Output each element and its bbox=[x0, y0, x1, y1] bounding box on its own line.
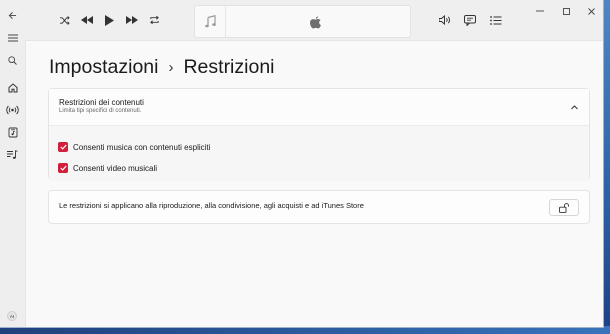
explicit-content-label: Consenti musica con contenuti espliciti bbox=[73, 142, 211, 152]
page-title: Restrizioni bbox=[183, 55, 275, 78]
repeat-icon[interactable] bbox=[148, 14, 160, 26]
section-subtitle: Limita tipi specifici di contenuti. bbox=[59, 108, 142, 114]
back-icon[interactable] bbox=[6, 9, 18, 21]
play-icon[interactable] bbox=[103, 13, 115, 27]
library-icon bbox=[8, 127, 17, 138]
close-icon[interactable] bbox=[586, 6, 596, 16]
explicit-content-checkbox[interactable] bbox=[58, 142, 68, 152]
avatar-initials: AI bbox=[9, 313, 15, 319]
option-explicit-content[interactable]: Consenti musica con contenuti espliciti bbox=[58, 141, 210, 153]
restrictions-note: Le restrizioni si applicano alla riprodu… bbox=[59, 201, 364, 210]
music-videos-label: Consenti video musicali bbox=[73, 163, 158, 173]
maximize-icon[interactable] bbox=[561, 6, 571, 16]
minimize-icon[interactable] bbox=[535, 6, 545, 16]
restrictions-lock-card: Le restrizioni si applicano alla riprodu… bbox=[48, 190, 590, 224]
unlock-button[interactable] bbox=[549, 199, 579, 216]
now-playing-panel bbox=[194, 5, 411, 38]
previous-icon[interactable] bbox=[80, 14, 93, 26]
breadcrumb-separator: › bbox=[168, 58, 174, 76]
apple-logo-icon bbox=[309, 15, 321, 29]
section-title: Restrizioni dei contenuti bbox=[59, 98, 144, 107]
main-content: Impostazioni › Restrizioni Restrizioni d… bbox=[25, 40, 603, 327]
menu-icon[interactable] bbox=[6, 32, 19, 44]
checkmark-icon bbox=[59, 144, 67, 150]
content-restrictions-card: Restrizioni dei contenuti Limita tipi sp… bbox=[48, 88, 590, 181]
content-restrictions-body: Consenti musica con contenuti espliciti … bbox=[49, 126, 589, 181]
breadcrumb: Impostazioni › Restrizioni bbox=[49, 54, 275, 80]
shuffle-icon[interactable] bbox=[58, 14, 70, 26]
sidebar-item-library[interactable] bbox=[6, 126, 19, 139]
option-music-videos[interactable]: Consenti video musicali bbox=[58, 162, 157, 174]
breadcrumb-parent[interactable]: Impostazioni bbox=[49, 56, 158, 79]
checkmark-icon bbox=[59, 165, 67, 171]
unlock-icon bbox=[558, 202, 569, 213]
playlist-icon bbox=[7, 149, 18, 159]
avatar[interactable]: AI bbox=[7, 311, 17, 321]
chevron-up-icon[interactable] bbox=[569, 102, 579, 112]
radio-icon bbox=[6, 105, 19, 114]
next-icon[interactable] bbox=[125, 14, 138, 26]
search-icon[interactable] bbox=[6, 54, 19, 66]
volume-icon[interactable] bbox=[439, 14, 452, 26]
sidebar-item-home[interactable] bbox=[6, 81, 19, 94]
sidebar-item-radio[interactable] bbox=[5, 103, 20, 116]
title-bar bbox=[0, 0, 603, 40]
home-icon bbox=[8, 82, 17, 92]
lyrics-icon[interactable] bbox=[463, 14, 476, 26]
content-restrictions-header[interactable]: Restrizioni dei contenuti Limita tipi sp… bbox=[49, 89, 589, 126]
sidebar-item-playlist[interactable] bbox=[6, 148, 19, 161]
queue-icon[interactable] bbox=[489, 14, 502, 26]
album-art-placeholder bbox=[195, 6, 226, 37]
music-note-icon bbox=[204, 15, 216, 28]
app-window: AI Impostazioni › Restrizioni Restrizion… bbox=[0, 0, 604, 328]
music-videos-checkbox[interactable] bbox=[58, 163, 68, 173]
